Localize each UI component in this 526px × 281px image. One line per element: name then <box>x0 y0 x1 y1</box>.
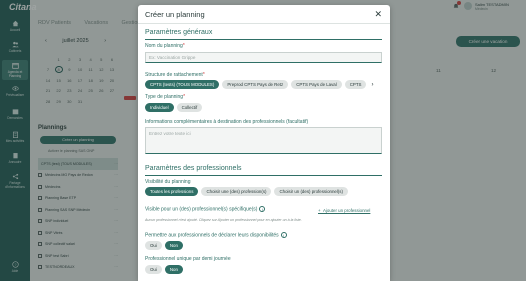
visibility-chip[interactable]: Choisir une (des) profession(s) <box>201 187 272 196</box>
required-mark: * <box>183 94 186 100</box>
type-chip-individuel[interactable]: Individuel <box>145 103 174 112</box>
visibility-label: Visibilité du planning <box>145 179 191 185</box>
structure-label: Structure de rattachement* <box>145 72 205 78</box>
planning-name-input[interactable]: Ex: Vaccination Grippe <box>145 52 382 63</box>
divider <box>138 23 390 24</box>
declare-no-chip[interactable]: Non <box>164 241 183 250</box>
structure-chip[interactable]: CPTS (tests) (TOUS MODULES) <box>145 80 220 89</box>
divider <box>145 175 382 176</box>
add-professional-label: Ajouter un professionnel <box>323 208 371 213</box>
visibility-chips: Toutes les professions Choisir une (des)… <box>145 187 351 196</box>
structure-chip[interactable]: CPTS <box>344 80 367 89</box>
type-label: Type de planning* <box>145 94 185 100</box>
visibility-chip[interactable]: Choisir un (des) professionnel(s) <box>274 187 348 196</box>
unique-no-chip[interactable]: Non <box>164 265 183 274</box>
declare-chips: Oui Non <box>145 241 186 250</box>
modal-title: Créer un planning <box>145 10 205 19</box>
info-textarea[interactable]: Entrez votre texte ici <box>145 127 382 154</box>
info-icon[interactable]: i <box>280 232 287 238</box>
name-label: Nom du planning* <box>145 43 185 49</box>
name-label-text: Nom du planning <box>145 43 183 49</box>
structure-chip[interactable]: CPTS Pays de Laval <box>291 80 342 89</box>
type-label-text: Type de planning <box>145 94 184 100</box>
add-professional-link[interactable]: + Ajouter un professionnel <box>318 208 370 213</box>
specific-help: Aucun professionnel n'est ajouté. Clique… <box>145 218 302 222</box>
section-pros-title: Paramètres des professionnels <box>145 165 242 172</box>
visibility-chip[interactable]: Toutes les professions <box>145 187 199 196</box>
create-planning-modal: Créer un planning ✕ Paramètres généraux … <box>138 5 390 281</box>
section-general-title: Paramètres généraux <box>145 29 213 36</box>
declare-label-text: Permettre aux professionnels de déclarer… <box>145 232 279 239</box>
structure-chips: CPTS (tests) (TOUS MODULES) Preprod CPTS… <box>145 80 373 89</box>
close-icon[interactable]: ✕ <box>374 9 382 19</box>
unique-label: Professionnel unique par demi journée <box>145 256 231 262</box>
info-label: Informations complémentaires à destinati… <box>145 119 309 125</box>
declare-label: Permettre aux professionnels de déclarer… <box>145 232 287 238</box>
structure-label-text: Structure de rattachement <box>145 72 203 78</box>
unique-yes-chip[interactable]: Oui <box>145 265 162 274</box>
info-icon[interactable]: i <box>259 206 266 212</box>
declare-yes-chip[interactable]: Oui <box>145 241 162 250</box>
type-chip-collectif[interactable]: Collectif <box>176 103 203 112</box>
required-mark: * <box>182 43 185 49</box>
type-chips: Individuel Collectif <box>145 103 205 112</box>
chevron-right-icon[interactable]: › <box>371 82 373 88</box>
specific-label: Visible pour un (des) professionnel(s) s… <box>145 206 266 213</box>
required-mark: * <box>202 72 205 78</box>
structure-chip[interactable]: Preprod CPTS Pays de Retz <box>222 80 289 89</box>
divider <box>145 39 382 40</box>
specific-label-text: Visible pour un (des) professionnel(s) s… <box>145 206 258 213</box>
unique-chips: Oui Non <box>145 265 186 274</box>
